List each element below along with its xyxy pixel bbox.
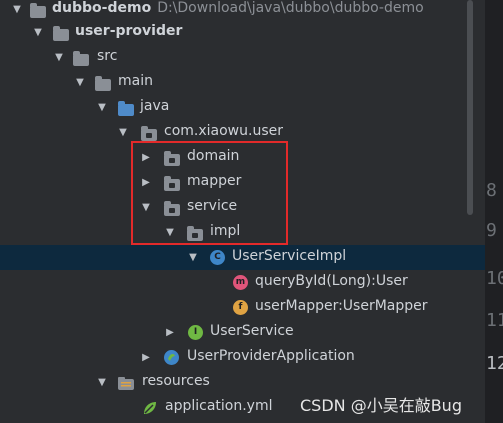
package-label: com.xiaowu.user [164,123,283,139]
project-path: D:\Download\java\dubbo\dubbo-demo [157,0,424,16]
chevron-down-icon[interactable]: ▼ [97,103,107,113]
line-number: 9 [486,220,497,241]
tree-node-userserviceimpl[interactable]: ▼ C UserServiceImpl [0,245,485,270]
module-name: user-provider [75,23,183,39]
vertical-scrollbar[interactable] [467,0,473,215]
resources-folder-icon [118,375,134,391]
method-label: queryById(Long):User [255,273,408,289]
chevron-down-icon[interactable]: ▼ [188,253,198,263]
userservice-label: UserService [210,323,294,339]
userserviceimpl-label: UserServiceImpl [232,248,347,264]
method-icon: m [233,275,248,290]
tree-node-src[interactable]: ▼ src [0,45,485,70]
chevron-down-icon[interactable]: ▼ [33,28,43,38]
yaml-icon [142,400,158,416]
tree-node-userservice[interactable]: ▶ I UserService [0,320,485,345]
field-icon: f [233,300,248,315]
java-label: java [140,98,170,114]
chevron-down-icon[interactable]: ▼ [54,53,64,63]
line-number: 12 [486,353,503,374]
line-number: 11 [486,310,503,331]
watermark: CSDN @小吴在敲Bug [300,396,462,415]
project-tree-panel: ▼ dubbo-demo D:\Download\java\dubbo\dubbo… [0,0,485,423]
chevron-down-icon[interactable]: ▼ [75,78,85,88]
folder-icon [95,76,111,91]
tree-node-userproviderapplication[interactable]: ▶ UserProviderApplication [0,345,485,370]
resources-label: resources [142,373,210,389]
source-root-folder-icon [118,101,134,116]
tree-node-project[interactable]: ▼ dubbo-demo D:\Download\java\dubbo\dubbo… [0,0,485,22]
chevron-right-icon[interactable]: ▶ [141,353,151,363]
yml-label: application.yml [165,398,273,414]
chevron-down-icon[interactable]: ▼ [12,5,22,15]
folder-icon [73,51,89,66]
spring-boot-app-icon [164,350,179,365]
src-label: src [97,48,118,64]
interface-icon: I [188,325,203,340]
field-label: userMapper:UserMapper [255,298,428,314]
class-icon: C [210,250,225,265]
chevron-down-icon[interactable]: ▼ [97,378,107,388]
application-label: UserProviderApplication [187,348,355,364]
chevron-down-icon[interactable]: ▼ [118,128,128,138]
tree-node-method-querybyid[interactable]: m queryById(Long):User [0,270,485,295]
line-number: 10 [486,268,503,289]
highlight-box [131,141,288,245]
package-icon [141,126,157,141]
module-folder-icon [53,26,69,41]
tree-node-main[interactable]: ▼ main [0,70,485,95]
chevron-right-icon[interactable]: ▶ [165,328,175,338]
main-label: main [118,73,153,89]
project-name: dubbo-demo [52,0,152,16]
line-number: 8 [486,180,497,201]
module-folder-icon [30,3,46,18]
tree-node-module[interactable]: ▼ user-provider [0,20,485,45]
tree-node-field-usermapper[interactable]: f userMapper:UserMapper [0,295,485,320]
tree-node-java[interactable]: ▼ java [0,95,485,120]
editor-gutter: 8 9 10 11 12 [485,0,503,423]
